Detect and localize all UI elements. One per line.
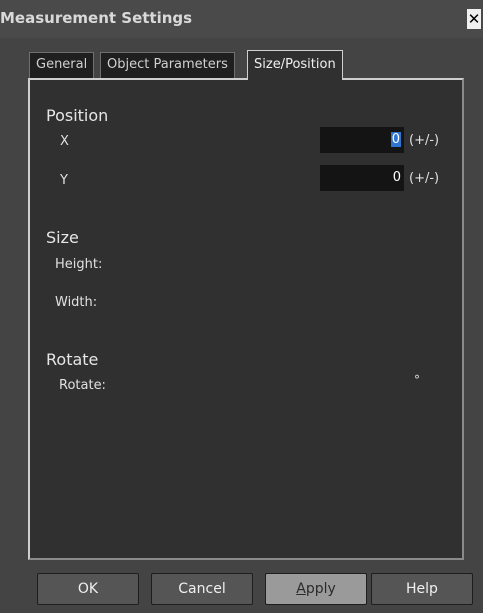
tab-object-parameters[interactable]: Object Parameters: [100, 52, 235, 78]
tab-panel-size-position: Position X 0 (+/-) Y 0 (+/-) Size Height…: [28, 78, 464, 560]
apply-mnemonic: A: [296, 581, 306, 597]
size-heading: Size: [46, 228, 79, 247]
rotate-label: Rotate:: [59, 378, 106, 393]
apply-label-rest: pply: [305, 581, 336, 597]
degree-unit: °: [414, 373, 420, 387]
close-icon[interactable]: ✕: [467, 9, 481, 29]
y-label: Y: [60, 173, 68, 188]
y-input[interactable]: 0: [320, 165, 404, 191]
help-button[interactable]: Help: [371, 573, 473, 605]
rotate-heading: Rotate: [46, 350, 99, 369]
x-value: 0: [390, 132, 401, 147]
height-label: Height:: [55, 257, 103, 272]
position-heading: Position: [46, 106, 109, 125]
ok-button[interactable]: OK: [37, 573, 139, 605]
apply-button[interactable]: Apply: [265, 573, 367, 605]
y-value: 0: [392, 170, 401, 185]
tab-general[interactable]: General: [29, 52, 95, 78]
x-label: X: [60, 134, 69, 149]
width-label: Width:: [55, 295, 98, 310]
window-title: Measurement Settings: [0, 9, 193, 27]
x-input[interactable]: 0: [320, 127, 404, 153]
cancel-button[interactable]: Cancel: [151, 573, 253, 605]
x-unit: (+/-): [409, 133, 440, 148]
tab-size-position[interactable]: Size/Position: [247, 50, 343, 80]
y-unit: (+/-): [409, 171, 440, 186]
title-bar[interactable]: Measurement Settings ✕: [0, 0, 483, 38]
